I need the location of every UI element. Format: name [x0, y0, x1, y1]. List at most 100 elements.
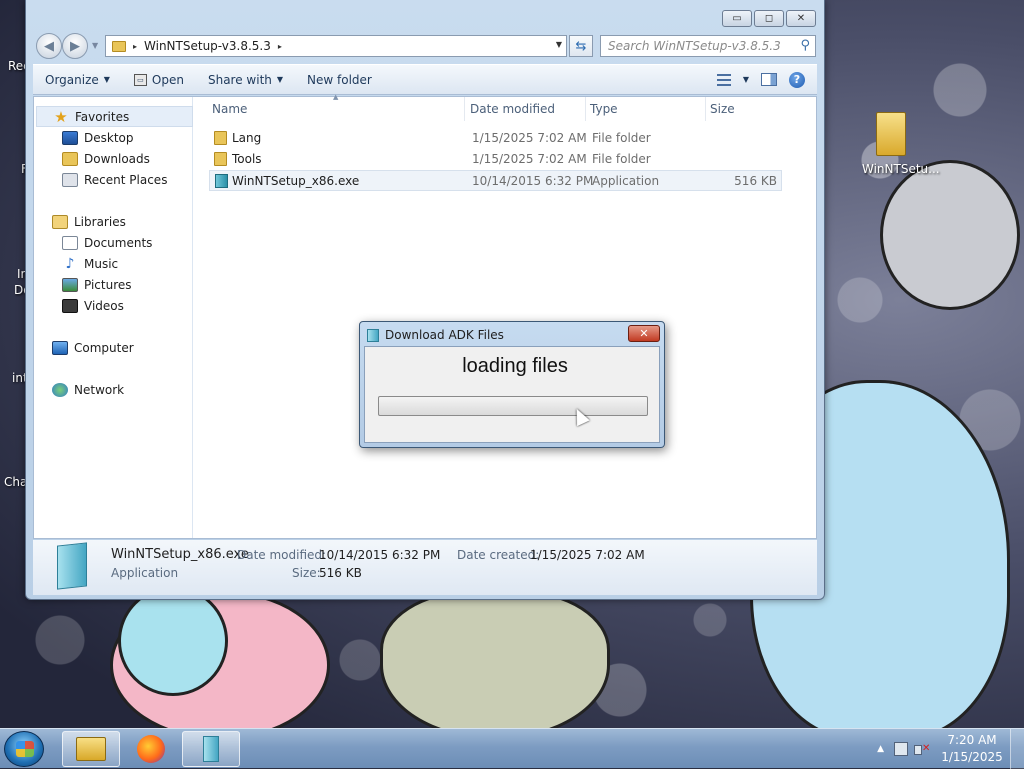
file-date: 1/15/2025 7:02 AM: [472, 152, 587, 166]
nav-item-label: Desktop: [84, 130, 134, 145]
file-row-lang[interactable]: Lang 1/15/2025 7:02 AM File folder: [209, 128, 782, 149]
file-row-tools[interactable]: Tools 1/15/2025 7:02 AM File folder: [209, 149, 782, 170]
dialog-title: Download ADK Files: [385, 328, 504, 342]
file-row-winntsetup[interactable]: WinNTSetup_x86.exe 10/14/2015 6:32 PM Ap…: [209, 170, 782, 191]
taskbar-firefox-button[interactable]: [122, 731, 180, 767]
application-icon: [57, 542, 87, 590]
documents-icon: [62, 235, 78, 250]
music-icon: ♪: [65, 255, 75, 272]
windows-logo-icon: [16, 741, 34, 757]
desktop-folder-icon[interactable]: [876, 112, 906, 156]
column-header-label: Date modified: [470, 102, 556, 116]
explorer-client-area: ★ Favorites Desktop Downloads Recent Pla…: [33, 93, 817, 539]
file-list: ▲ Name Date modified Type Size Lang 1/15…: [194, 93, 816, 538]
details-size-label: Size:: [292, 566, 321, 580]
column-headers: ▲ Name Date modified Type Size: [209, 93, 784, 121]
search-icon[interactable]: ⚲: [800, 38, 810, 53]
network-status-icon[interactable]: [894, 742, 908, 756]
network-icon: [52, 382, 68, 397]
search-input[interactable]: Search WinNTSetup-v3.8.5.3 ⚲: [600, 35, 816, 57]
breadcrumb-arrow-icon[interactable]: ▸: [278, 42, 282, 51]
address-dropdown-icon[interactable]: ▼: [556, 40, 562, 49]
help-icon[interactable]: ?: [789, 71, 805, 88]
change-view-icon[interactable]: [716, 73, 731, 86]
desktop-icon-label-cha[interactable]: Cha: [4, 475, 27, 489]
wallpaper-character-head: [118, 586, 228, 696]
column-header-size[interactable]: Size: [707, 97, 784, 121]
star-icon: ★: [54, 107, 68, 126]
application-icon: [367, 328, 379, 342]
file-date: 10/14/2015 6:32 PM: [472, 174, 594, 188]
column-header-label: Size: [710, 102, 735, 116]
chevron-down-icon: ▼: [103, 75, 110, 84]
show-hidden-icons-icon[interactable]: ▲: [877, 744, 884, 754]
command-bar: Organize ▼ ▭ Open Share with ▼ New folde…: [33, 64, 817, 95]
volume-muted-icon[interactable]: ✕: [914, 742, 930, 756]
folder-icon: [112, 40, 126, 52]
new-folder-button[interactable]: New folder: [295, 65, 384, 94]
forward-button[interactable]: ▶: [62, 33, 88, 59]
file-type: File folder: [592, 152, 651, 166]
nav-libraries-label: Libraries: [74, 214, 126, 229]
system-tray: ▲ ✕ 7:20 AM 1/15/2025: [877, 729, 1024, 769]
details-date-created-label: Date created:: [457, 548, 540, 562]
file-name: Tools: [232, 152, 262, 166]
details-pane: WinNTSetup_x86.exe Application Date modi…: [33, 540, 817, 595]
desktop-icon-label-winntsetup[interactable]: WinNTSetu...: [862, 162, 940, 176]
breadcrumb-segment[interactable]: WinNTSetup-v3.8.5.3: [144, 39, 271, 53]
restore-button[interactable]: ◻: [754, 10, 784, 27]
open-button[interactable]: ▭ Open: [122, 65, 196, 94]
breadcrumb-arrow-icon[interactable]: ▸: [133, 42, 137, 51]
file-name: Lang: [232, 131, 262, 145]
column-header-name[interactable]: Name: [209, 97, 465, 121]
file-name: WinNTSetup_x86.exe: [232, 174, 360, 188]
new-folder-label: New folder: [307, 72, 372, 87]
recent-pages-dropdown-icon[interactable]: ▼: [92, 41, 98, 50]
dialog-close-button[interactable]: ✕: [628, 325, 660, 342]
views-dropdown-icon[interactable]: ▼: [743, 75, 749, 84]
preview-pane-icon[interactable]: [761, 73, 777, 86]
file-type: File folder: [592, 131, 651, 145]
folder-icon: [214, 152, 227, 166]
taskbar-explorer-button[interactable]: [62, 731, 120, 767]
computer-icon: [52, 340, 68, 355]
nav-libraries[interactable]: Libraries: [52, 211, 209, 232]
application-icon: [215, 174, 228, 188]
clock[interactable]: 7:20 AM 1/15/2025: [940, 732, 1004, 766]
back-button[interactable]: ◀: [36, 33, 62, 59]
minimize-button[interactable]: ▭: [722, 10, 752, 27]
recent-places-icon: [62, 172, 78, 187]
nav-network-label: Network: [74, 382, 125, 397]
nav-favorites[interactable]: ★ Favorites: [36, 106, 193, 127]
videos-icon: [62, 298, 78, 313]
folder-icon: [214, 131, 227, 145]
nav-network[interactable]: Network: [52, 379, 209, 400]
column-header-date-modified[interactable]: Date modified: [467, 97, 586, 121]
nav-item-label: Videos: [84, 298, 124, 313]
volume-mute-mark: ✕: [922, 743, 931, 754]
column-header-type[interactable]: Type: [587, 97, 706, 121]
start-button[interactable]: [4, 731, 44, 767]
nav-computer[interactable]: Computer: [52, 337, 209, 358]
file-date: 1/15/2025 7:02 AM: [472, 131, 587, 145]
navigation-pane: ★ Favorites Desktop Downloads Recent Pla…: [34, 97, 193, 538]
explorer-window: ▭ ◻ ✕ ◀ ▶ ▼ ▸ WinNTSetup-v3.8.5.3 ▸ ▼ ⇆ …: [25, 0, 825, 600]
libraries-icon: [52, 214, 68, 229]
file-size: 516 KB: [734, 174, 777, 188]
share-with-menu[interactable]: Share with ▼: [196, 65, 295, 94]
dialog-title-bar[interactable]: Download ADK Files: [367, 326, 504, 344]
details-size: 516 KB: [319, 566, 362, 580]
show-desktop-button[interactable]: [1010, 729, 1024, 769]
desktop-icon: [62, 130, 78, 145]
file-explorer-icon: [76, 737, 106, 761]
share-with-label: Share with: [207, 72, 272, 87]
organize-menu[interactable]: Organize ▼: [33, 65, 122, 94]
dialog-body: loading files: [364, 346, 660, 443]
firefox-icon: [137, 735, 165, 763]
refresh-button[interactable]: ⇆: [569, 35, 593, 57]
close-button[interactable]: ✕: [786, 10, 816, 27]
address-bar[interactable]: ▸ WinNTSetup-v3.8.5.3 ▸ ▼: [105, 35, 567, 57]
clock-date: 1/15/2025: [941, 750, 1003, 764]
taskbar-winntsetup-button[interactable]: [182, 731, 240, 767]
taskbar: ▲ ✕ 7:20 AM 1/15/2025: [0, 728, 1024, 769]
